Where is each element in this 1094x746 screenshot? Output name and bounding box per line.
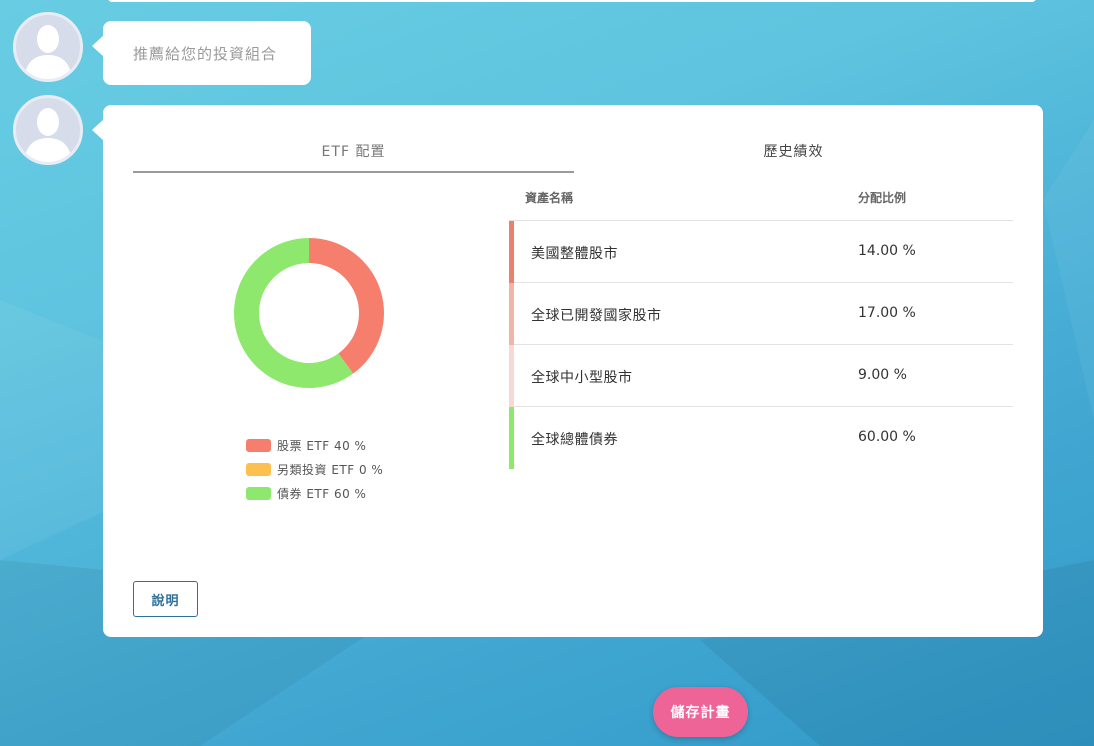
- chart-legend: 股票 ETF 40 % 另類投資 ETF 0 % 債券 ETF 60 %: [246, 433, 383, 505]
- asset-ratio: 14.00 %: [858, 243, 916, 259]
- assistant-message-bubble: 推薦給您的投資組合: [92, 21, 311, 85]
- explain-button[interactable]: 說明: [133, 581, 198, 617]
- user-silhouette-icon: [24, 25, 72, 79]
- tab-etf-allocation[interactable]: ETF 配置: [133, 141, 574, 173]
- asset-name: 全球已開發國家股市: [531, 308, 662, 324]
- avatar: [13, 12, 83, 82]
- allocation-donut-chart: [233, 237, 385, 389]
- legend-item-alternatives: 另類投資 ETF 0 %: [246, 457, 383, 481]
- legend-item-stocks: 股票 ETF 40 %: [246, 433, 383, 457]
- asset-allocation-table: 資產名稱 分配比例 美國整體股市 14.00 % 全球已開發國家股市 17.00…: [509, 189, 1013, 469]
- asset-name: 美國整體股市: [531, 246, 618, 262]
- asset-ratio: 9.00 %: [858, 367, 907, 383]
- table-row: 全球總體債券 60.00 %: [509, 407, 1013, 469]
- legend-swatch: [246, 462, 271, 476]
- table-header: 資產名稱 分配比例: [509, 189, 1013, 221]
- portfolio-panel: ETF 配置 歷史績效 股票 ETF 40 % 另類投資 ETF 0 % 債券 …: [92, 105, 1043, 637]
- asset-name: 全球中小型股市: [531, 370, 633, 386]
- row-color-bar: [509, 283, 514, 345]
- table-row: 美國整體股市 14.00 %: [509, 221, 1013, 283]
- legend-label: 債券 ETF 60 %: [277, 486, 367, 501]
- table-row: 全球中小型股市 9.00 %: [509, 345, 1013, 407]
- asset-name: 全球總體債券: [531, 432, 618, 448]
- asset-ratio: 17.00 %: [858, 305, 916, 321]
- legend-swatch: [246, 486, 271, 500]
- legend-item-bonds: 債券 ETF 60 %: [246, 481, 383, 505]
- tab-historical-performance[interactable]: 歷史績效: [574, 141, 1013, 173]
- message-text: 推薦給您的投資組合: [133, 45, 278, 63]
- column-header-allocation: 分配比例: [858, 191, 907, 205]
- legend-label: 股票 ETF 40 %: [277, 438, 367, 453]
- asset-ratio: 60.00 %: [858, 429, 916, 445]
- save-plan-button[interactable]: 儲存計畫: [653, 687, 748, 737]
- row-color-bar: [509, 345, 514, 407]
- legend-label: 另類投資 ETF 0 %: [277, 462, 384, 477]
- table-row: 全球已開發國家股市 17.00 %: [509, 283, 1013, 345]
- legend-swatch: [246, 438, 271, 452]
- previous-message-card: [108, 0, 1036, 2]
- row-color-bar: [509, 407, 514, 469]
- user-silhouette-icon: [24, 108, 72, 162]
- donut-slice-0: [309, 238, 384, 374]
- column-header-asset-name: 資產名稱: [525, 191, 574, 205]
- row-color-bar: [509, 221, 514, 283]
- avatar: [13, 95, 83, 165]
